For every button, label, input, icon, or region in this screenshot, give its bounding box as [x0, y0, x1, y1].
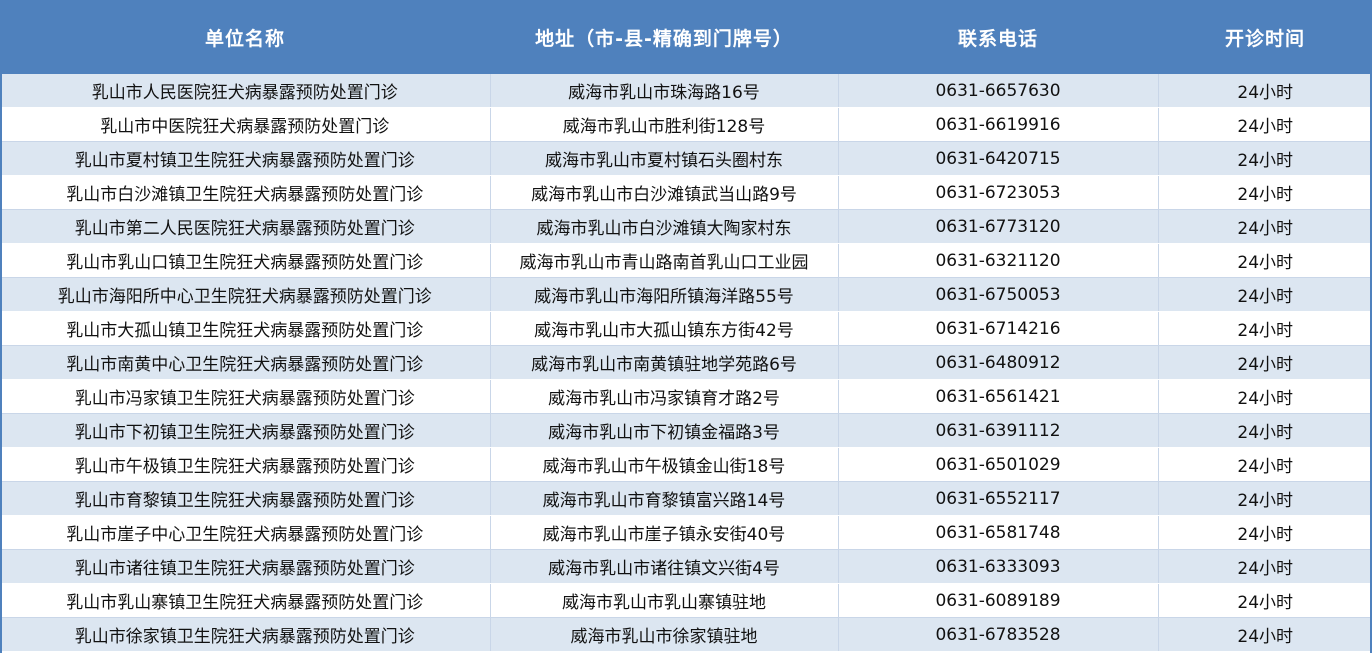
cell-hours: 24小时	[1158, 617, 1372, 652]
cell-phone: 0631-6333093	[838, 549, 1159, 584]
table-body: 乳山市人民医院狂犬病暴露预防处置门诊 威海市乳山市珠海路16号 0631-66576…	[0, 74, 1372, 652]
cell-phone: 0631-6552117	[838, 481, 1159, 516]
cell-hours: 24小时	[1158, 74, 1372, 108]
cell-address: 威海市乳山市崖子镇永安街40号	[490, 515, 839, 550]
table-row: 乳山市大孤山镇卫生院狂犬病暴露预防处置门诊 威海市乳山市大孤山镇东方街42号 063…	[0, 311, 1372, 346]
table-row: 乳山市徐家镇卫生院狂犬病暴露预防处置门诊 威海市乳山市徐家镇驻地 0631-6783…	[0, 617, 1372, 652]
cell-address: 威海市乳山市下初镇金福路3号	[490, 413, 839, 448]
cell-address: 威海市乳山市育黎镇富兴路14号	[490, 481, 839, 516]
table-row: 乳山市下初镇卫生院狂犬病暴露预防处置门诊 威海市乳山市下初镇金福路3号 0631-6…	[0, 413, 1372, 448]
cell-unit-name: 乳山市第二人民医院狂犬病暴露预防处置门诊	[0, 209, 491, 244]
cell-unit-name: 乳山市崖子中心卫生院狂犬病暴露预防处置门诊	[0, 515, 491, 550]
cell-address: 威海市乳山市冯家镇育才路2号	[490, 379, 839, 414]
column-header-unit-name: 单位名称	[0, 0, 490, 74]
cell-phone: 0631-6773120	[838, 209, 1159, 244]
cell-phone: 0631-6723053	[838, 175, 1159, 210]
table-row: 乳山市第二人民医院狂犬病暴露预防处置门诊 威海市乳山市白沙滩镇大陶家村东 0631-…	[0, 209, 1372, 244]
cell-hours: 24小时	[1158, 243, 1372, 278]
table-row: 乳山市崖子中心卫生院狂犬病暴露预防处置门诊 威海市乳山市崖子镇永安街40号 0631…	[0, 515, 1372, 550]
cell-address: 威海市乳山市珠海路16号	[490, 74, 839, 108]
cell-phone: 0631-6714216	[838, 311, 1159, 346]
cell-phone: 0631-6420715	[838, 141, 1159, 176]
table-row: 乳山市白沙滩镇卫生院狂犬病暴露预防处置门诊 威海市乳山市白沙滩镇武当山路9号 063…	[0, 175, 1372, 210]
cell-hours: 24小时	[1158, 175, 1372, 210]
cell-unit-name: 乳山市大孤山镇卫生院狂犬病暴露预防处置门诊	[0, 311, 491, 346]
cell-phone: 0631-6561421	[838, 379, 1159, 414]
cell-unit-name: 乳山市冯家镇卫生院狂犬病暴露预防处置门诊	[0, 379, 491, 414]
cell-hours: 24小时	[1158, 209, 1372, 244]
cell-address: 威海市乳山市南黄镇驻地学苑路6号	[490, 345, 839, 380]
cell-unit-name: 乳山市乳山口镇卫生院狂犬病暴露预防处置门诊	[0, 243, 491, 278]
cell-phone: 0631-6501029	[838, 447, 1159, 482]
cell-phone: 0631-6581748	[838, 515, 1159, 550]
cell-address: 威海市乳山市夏村镇石头圈村东	[490, 141, 839, 176]
header-row: 单位名称 地址（市-县-精确到门牌号） 联系电话 开诊时间	[0, 0, 1372, 74]
cell-hours: 24小时	[1158, 515, 1372, 550]
cell-hours: 24小时	[1158, 583, 1372, 618]
cell-hours: 24小时	[1158, 481, 1372, 516]
cell-unit-name: 乳山市乳山寨镇卫生院狂犬病暴露预防处置门诊	[0, 583, 491, 618]
cell-phone: 0631-6657630	[838, 74, 1159, 108]
cell-address: 威海市乳山市徐家镇驻地	[490, 617, 839, 652]
table-row: 乳山市中医院狂犬病暴露预防处置门诊 威海市乳山市胜利街128号 0631-66199…	[0, 107, 1372, 142]
table-row: 乳山市南黄中心卫生院狂犬病暴露预防处置门诊 威海市乳山市南黄镇驻地学苑路6号 063…	[0, 345, 1372, 380]
cell-unit-name: 乳山市育黎镇卫生院狂犬病暴露预防处置门诊	[0, 481, 491, 516]
table-row: 乳山市乳山寨镇卫生院狂犬病暴露预防处置门诊 威海市乳山市乳山寨镇驻地 0631-60…	[0, 583, 1372, 618]
cell-hours: 24小时	[1158, 107, 1372, 142]
cell-phone: 0631-6391112	[838, 413, 1159, 448]
cell-address: 威海市乳山市大孤山镇东方街42号	[490, 311, 839, 346]
table-row: 乳山市人民医院狂犬病暴露预防处置门诊 威海市乳山市珠海路16号 0631-66576…	[0, 74, 1372, 108]
clinic-table: 单位名称 地址（市-县-精确到门牌号） 联系电话 开诊时间 乳山市人民医院狂犬病…	[0, 0, 1372, 652]
table-row: 乳山市乳山口镇卫生院狂犬病暴露预防处置门诊 威海市乳山市青山路南首乳山口工业园 06…	[0, 243, 1372, 278]
cell-address: 威海市乳山市青山路南首乳山口工业园	[490, 243, 839, 278]
cell-address: 威海市乳山市胜利街128号	[490, 107, 839, 142]
cell-address: 威海市乳山市白沙滩镇武当山路9号	[490, 175, 839, 210]
table-row: 乳山市育黎镇卫生院狂犬病暴露预防处置门诊 威海市乳山市育黎镇富兴路14号 0631-…	[0, 481, 1372, 516]
table-row: 乳山市海阳所中心卫生院狂犬病暴露预防处置门诊 威海市乳山市海阳所镇海洋路55号 06…	[0, 277, 1372, 312]
cell-unit-name: 乳山市夏村镇卫生院狂犬病暴露预防处置门诊	[0, 141, 491, 176]
cell-phone: 0631-6321120	[838, 243, 1159, 278]
column-header-hours: 开诊时间	[1158, 0, 1372, 74]
cell-hours: 24小时	[1158, 141, 1372, 176]
table-row: 乳山市冯家镇卫生院狂犬病暴露预防处置门诊 威海市乳山市冯家镇育才路2号 0631-6…	[0, 379, 1372, 414]
cell-hours: 24小时	[1158, 277, 1372, 312]
clinic-table-container: 单位名称 地址（市-县-精确到门牌号） 联系电话 开诊时间 乳山市人民医院狂犬病…	[0, 0, 1372, 653]
table-row: 乳山市夏村镇卫生院狂犬病暴露预防处置门诊 威海市乳山市夏村镇石头圈村东 0631-6…	[0, 141, 1372, 176]
cell-unit-name: 乳山市白沙滩镇卫生院狂犬病暴露预防处置门诊	[0, 175, 491, 210]
cell-unit-name: 乳山市徐家镇卫生院狂犬病暴露预防处置门诊	[0, 617, 491, 652]
table-row: 乳山市午极镇卫生院狂犬病暴露预防处置门诊 威海市乳山市午极镇金山街18号 0631-…	[0, 447, 1372, 482]
table-row: 乳山市诸往镇卫生院狂犬病暴露预防处置门诊 威海市乳山市诸往镇文兴街4号 0631-6…	[0, 549, 1372, 584]
cell-hours: 24小时	[1158, 345, 1372, 380]
cell-address: 威海市乳山市诸往镇文兴街4号	[490, 549, 839, 584]
cell-hours: 24小时	[1158, 549, 1372, 584]
column-header-address: 地址（市-县-精确到门牌号）	[490, 0, 838, 74]
cell-hours: 24小时	[1158, 413, 1372, 448]
cell-address: 威海市乳山市午极镇金山街18号	[490, 447, 839, 482]
cell-unit-name: 乳山市南黄中心卫生院狂犬病暴露预防处置门诊	[0, 345, 491, 380]
cell-unit-name: 乳山市中医院狂犬病暴露预防处置门诊	[0, 107, 491, 142]
cell-unit-name: 乳山市诸往镇卫生院狂犬病暴露预防处置门诊	[0, 549, 491, 584]
cell-address: 威海市乳山市乳山寨镇驻地	[490, 583, 839, 618]
cell-phone: 0631-6089189	[838, 583, 1159, 618]
table-header: 单位名称 地址（市-县-精确到门牌号） 联系电话 开诊时间	[0, 0, 1372, 74]
cell-hours: 24小时	[1158, 447, 1372, 482]
cell-address: 威海市乳山市白沙滩镇大陶家村东	[490, 209, 839, 244]
cell-phone: 0631-6480912	[838, 345, 1159, 380]
cell-unit-name: 乳山市人民医院狂犬病暴露预防处置门诊	[0, 74, 491, 108]
table-left-border	[0, 74, 2, 653]
cell-hours: 24小时	[1158, 379, 1372, 414]
column-header-phone: 联系电话	[838, 0, 1158, 74]
cell-phone: 0631-6783528	[838, 617, 1159, 652]
cell-unit-name: 乳山市海阳所中心卫生院狂犬病暴露预防处置门诊	[0, 277, 491, 312]
cell-phone: 0631-6619916	[838, 107, 1159, 142]
cell-hours: 24小时	[1158, 311, 1372, 346]
cell-unit-name: 乳山市下初镇卫生院狂犬病暴露预防处置门诊	[0, 413, 491, 448]
cell-address: 威海市乳山市海阳所镇海洋路55号	[490, 277, 839, 312]
cell-phone: 0631-6750053	[838, 277, 1159, 312]
cell-unit-name: 乳山市午极镇卫生院狂犬病暴露预防处置门诊	[0, 447, 491, 482]
